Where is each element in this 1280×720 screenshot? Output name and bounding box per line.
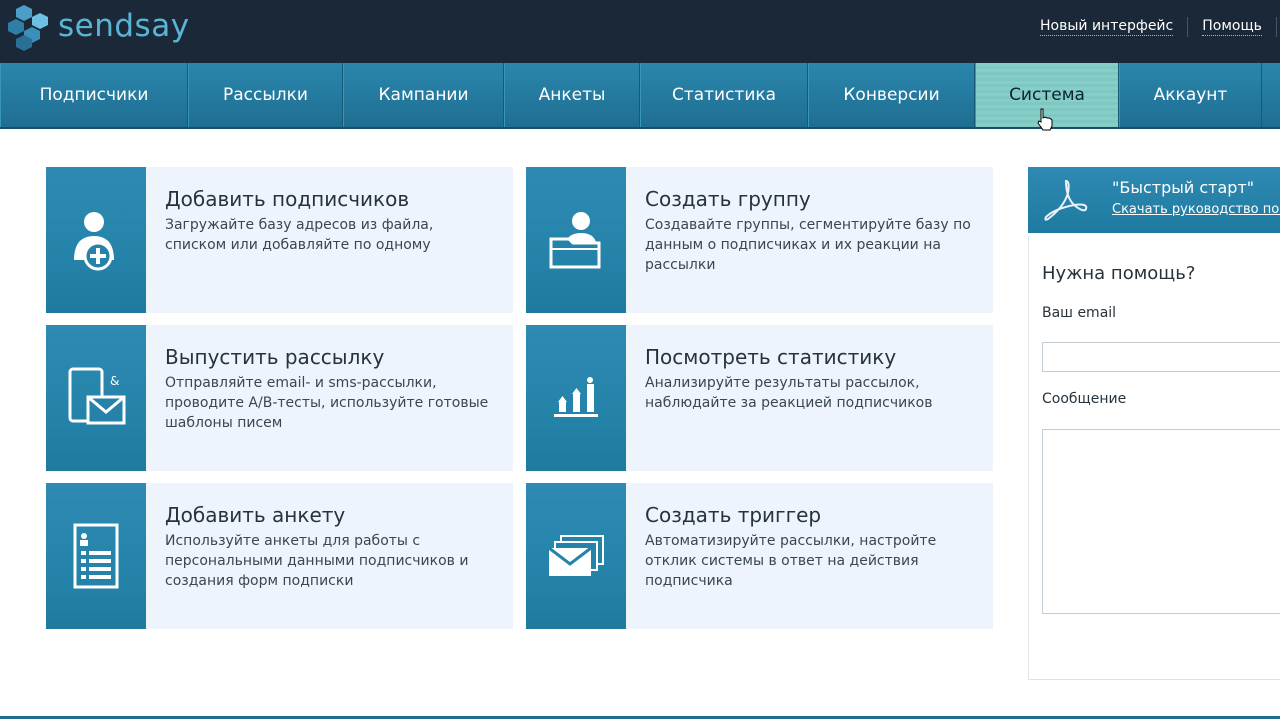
card-icon-box <box>526 167 626 313</box>
bottom-divider <box>0 716 1280 719</box>
stats-icon <box>554 377 598 417</box>
nav-tab-campaigns[interactable]: Кампании <box>343 63 504 127</box>
divider <box>1275 17 1277 37</box>
help-link[interactable]: Помощь <box>1202 18 1262 36</box>
logo-hexagons-icon <box>8 5 48 51</box>
card-description: Автоматизируйте рассылки, настройте откл… <box>645 533 937 589</box>
email-label: Ваш email <box>1042 305 1117 321</box>
card-create-group[interactable]: Создать группу Создавайте группы, сегмен… <box>526 167 993 313</box>
pdf-icon <box>1044 179 1088 221</box>
card-icon-box <box>526 483 626 629</box>
divider <box>1187 17 1189 37</box>
card-title: Добавить подписчиков <box>165 187 410 211</box>
card-description: Анализируйте результаты рассылок, наблюд… <box>645 375 933 411</box>
user-folder-icon <box>549 212 601 269</box>
nav-tab-subscribers[interactable]: Подписчики <box>0 63 188 127</box>
svg-text:&: & <box>110 374 119 388</box>
help-title: Нужна помощь? <box>1042 263 1196 284</box>
card-title: Создать группу <box>645 187 811 211</box>
nav-tab-mailings[interactable]: Рассылки <box>188 63 343 127</box>
add-user-icon <box>74 212 114 271</box>
card-icon-box <box>526 325 626 471</box>
help-panel: Нужна помощь? Ваш email Сообщение <box>1028 236 1280 680</box>
card-send-mailing[interactable]: & Выпустить рассылку Отправляйте email- … <box>46 325 513 471</box>
quick-start-title: "Быстрый старт" <box>1112 178 1255 197</box>
nav-tab-statistics[interactable]: Статистика <box>640 63 808 127</box>
card-description: Отправляйте email- и sms-рассылки, прово… <box>165 375 489 431</box>
card-description: Загружайте базу адресов из файла, списко… <box>165 217 434 253</box>
card-view-statistics[interactable]: Посмотреть статистику Анализируйте резул… <box>526 325 993 471</box>
email-field[interactable] <box>1042 342 1280 372</box>
card-add-form[interactable]: Добавить анкету Используйте анкеты для р… <box>46 483 513 629</box>
message-label: Сообщение <box>1042 391 1127 407</box>
card-create-trigger[interactable]: Создать триггер Автоматизируйте рассылки… <box>526 483 993 629</box>
brand-name: sendsay <box>58 8 190 44</box>
top-bar: sendsay Новый интерфейс Помощь pr <box>0 0 1280 63</box>
mail-send-icon: & <box>68 367 126 425</box>
card-title: Посмотреть статистику <box>645 345 897 369</box>
card-description: Используйте анкеты для работы с персонал… <box>165 533 469 589</box>
download-guide-link[interactable]: Скачать руководство по ис <box>1112 202 1280 217</box>
card-add-subscribers[interactable]: Добавить подписчиков Загружайте базу адр… <box>46 167 513 313</box>
quick-start-banner[interactable]: "Быстрый старт" Скачать руководство по и… <box>1028 167 1280 233</box>
form-icon <box>73 523 119 589</box>
card-icon-box <box>46 167 146 313</box>
card-title: Создать триггер <box>645 503 822 527</box>
top-links: Новый интерфейс Помощь pr <box>1040 17 1280 37</box>
card-icon-box: & <box>46 325 146 471</box>
nav-tab-conversions[interactable]: Конверсии <box>808 63 975 127</box>
card-description: Создавайте группы, сегментируйте базу по… <box>645 217 971 273</box>
main-nav: Подписчики Рассылки Кампании Анкеты Стат… <box>0 63 1280 129</box>
card-title: Выпустить рассылку <box>165 345 385 369</box>
card-title: Добавить анкету <box>165 503 346 527</box>
logo[interactable] <box>8 4 58 51</box>
nav-tab-account[interactable]: Аккаунт <box>1119 63 1262 127</box>
nav-tab-forms[interactable]: Анкеты <box>504 63 640 127</box>
trigger-mail-icon <box>548 535 604 576</box>
hand-cursor-icon <box>1037 108 1053 131</box>
card-icon-box <box>46 483 146 629</box>
new-interface-link[interactable]: Новый интерфейс <box>1040 18 1174 36</box>
message-field[interactable] <box>1042 429 1280 614</box>
